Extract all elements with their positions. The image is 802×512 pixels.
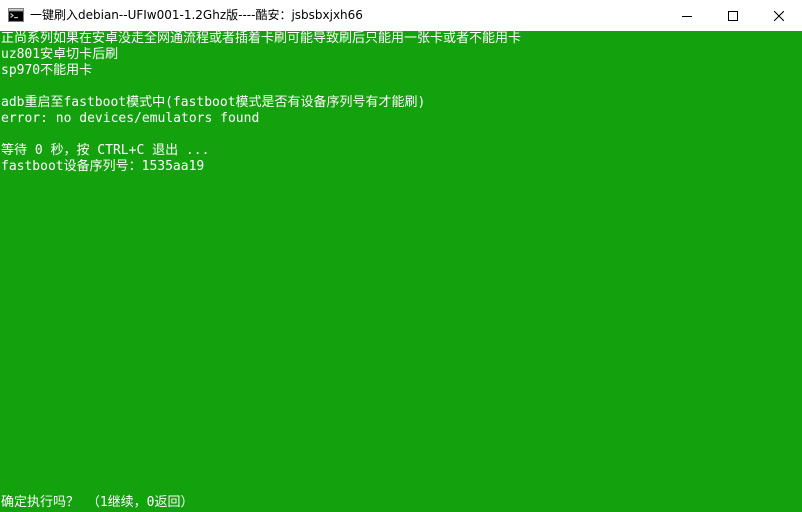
console-line: uz801安卓切卡后刷 — [1, 47, 119, 62]
minimize-icon — [682, 15, 692, 17]
confirm-prompt: 确定执行吗？ （1继续，0返回） — [1, 495, 194, 510]
console-line: 正尚系列如果在安卓没走全网通流程或者插着卡刷可能导致刷后只能用一张卡或者不能用卡 — [1, 31, 522, 46]
minimize-button[interactable] — [664, 0, 710, 31]
console-line: error: no devices/emulators found — [1, 111, 260, 126]
console-line: adb重启至fastboot模式中(fastboot模式是否有设备序列号有才能刷… — [1, 95, 426, 110]
console-line: 等待 0 秒，按 CTRL+C 退出 ... — [1, 143, 210, 158]
window-title: 一键刷入debian--UFIw001-1.2Ghz版----酷安：jsbsbx… — [30, 8, 363, 22]
console-line: fastboot设备序列号：1535aa19 — [1, 159, 205, 174]
close-button[interactable] — [756, 0, 802, 31]
console-line: sp970不能用卡 — [1, 63, 93, 78]
close-icon — [774, 10, 784, 21]
cmd-console-icon[interactable] — [8, 8, 24, 22]
title-bar[interactable]: 一键刷入debian--UFIw001-1.2Ghz版----酷安：jsbsbx… — [0, 0, 802, 31]
console-output-area[interactable]: 正尚系列如果在安卓没走全网通流程或者插着卡刷可能导致刷后只能用一张卡或者不能用卡… — [0, 31, 802, 512]
console-lines: 正尚系列如果在安卓没走全网通流程或者插着卡刷可能导致刷后只能用一张卡或者不能用卡… — [1, 31, 791, 175]
maximize-button[interactable] — [710, 0, 756, 31]
console-window: 一键刷入debian--UFIw001-1.2Ghz版----酷安：jsbsbx… — [0, 0, 802, 512]
maximize-icon — [728, 10, 738, 21]
